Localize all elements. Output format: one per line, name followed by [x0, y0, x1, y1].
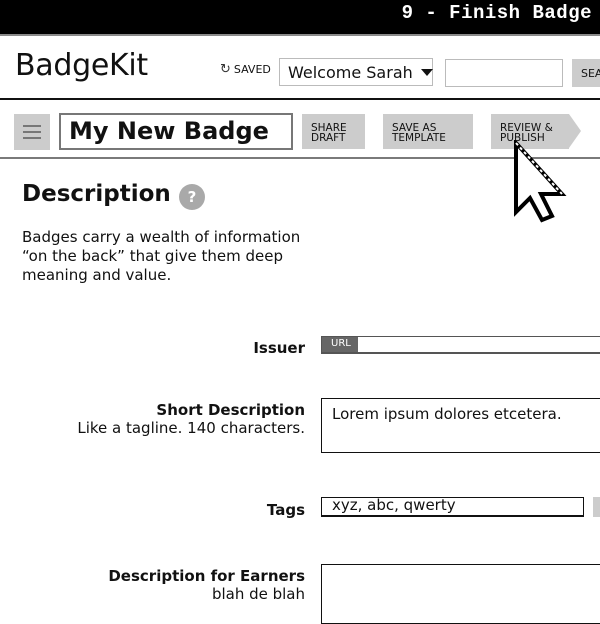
- earner-description-label: Description for Earners blah de blah: [108, 567, 305, 603]
- short-description-label-text: Short Description: [156, 401, 305, 419]
- refresh-icon: ↻: [220, 62, 231, 77]
- save-status: ↻ SAVED: [220, 63, 271, 76]
- search-input[interactable]: [445, 59, 563, 87]
- review-publish-arrow[interactable]: [569, 114, 581, 148]
- button-label-line: TEMPLATE: [392, 132, 446, 144]
- hamburger-icon-line: [23, 125, 41, 127]
- short-description-label: Short Description Like a tagline. 140 ch…: [77, 401, 305, 437]
- user-menu-dropdown[interactable]: Welcome Sarah: [279, 58, 433, 86]
- earner-description-label-text: Description for Earners: [108, 567, 305, 585]
- tags-label-text: Tags: [266, 501, 305, 519]
- issuer-label-text: Issuer: [253, 339, 305, 357]
- caret-down-icon: [420, 68, 433, 76]
- button-label-line: DRAFT: [311, 132, 346, 144]
- review-publish-button[interactable]: REVIEW & PUBLISH: [491, 114, 569, 149]
- badge-toolbar: My New Badge SHARE DRAFT SAVE AS TEMPLAT…: [0, 100, 600, 159]
- hamburger-icon-line: [23, 137, 41, 139]
- user-menu-label: Welcome Sarah: [288, 62, 413, 82]
- app-logo[interactable]: BadgeKit: [15, 48, 148, 83]
- share-draft-button[interactable]: SHARE DRAFT: [302, 114, 365, 149]
- section-description: Badges carry a wealth of information “on…: [22, 228, 301, 284]
- short-description-hint: Like a tagline. 140 characters.: [77, 419, 305, 437]
- earner-description-textarea[interactable]: [321, 564, 600, 624]
- window-title-bar: 9 - Finish Badge: [0, 0, 600, 34]
- tags-input[interactable]: xyz, abc, qwerty: [321, 497, 584, 517]
- section-title: Description: [22, 181, 171, 207]
- button-label-line: PUBLISH: [500, 132, 545, 144]
- badge-name-input[interactable]: My New Badge: [59, 113, 293, 150]
- save-status-label: SAVED: [233, 63, 271, 76]
- short-description-textarea[interactable]: Lorem ipsum dolores etcetera.: [321, 398, 600, 453]
- hamburger-icon-line: [23, 131, 41, 133]
- earner-description-hint: blah de blah: [211, 585, 305, 603]
- search-button[interactable]: SEA: [572, 59, 600, 87]
- save-as-template-button[interactable]: SAVE AS TEMPLATE: [383, 114, 473, 149]
- window-title: 9 - Finish Badge: [401, 2, 592, 24]
- app-header: BadgeKit ↻ SAVED Welcome Sarah SEA: [0, 34, 600, 100]
- url-prefix-tag: URL: [322, 337, 358, 352]
- issuer-label: Issuer: [253, 339, 305, 358]
- tags-label: Tags: [267, 501, 305, 520]
- menu-button[interactable]: [14, 114, 50, 150]
- help-icon[interactable]: ?: [179, 184, 205, 210]
- tags-add-button[interactable]: [593, 497, 600, 517]
- issuer-url-input[interactable]: URL: [321, 336, 600, 354]
